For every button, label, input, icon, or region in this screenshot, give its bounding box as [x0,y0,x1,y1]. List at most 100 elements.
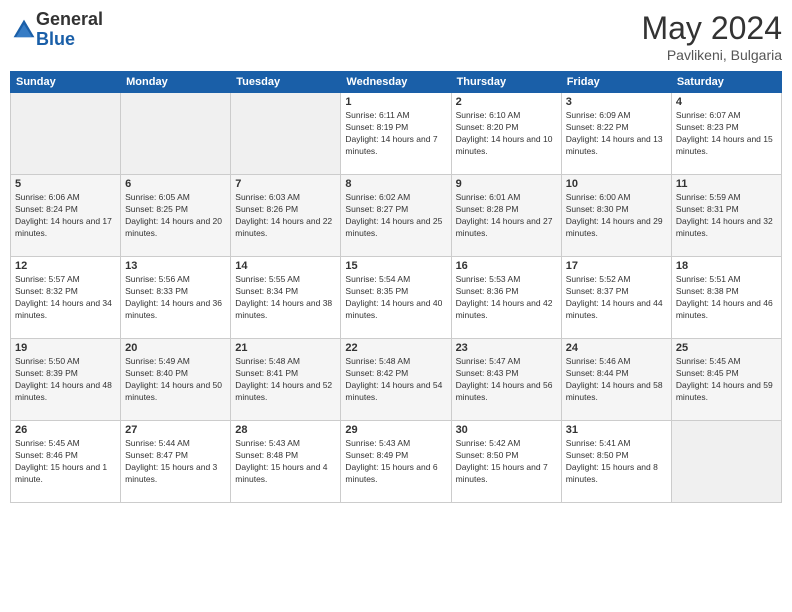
day-info: Sunrise: 5:53 AMSunset: 8:36 PMDaylight:… [456,274,557,322]
day-number: 3 [566,96,667,108]
logo: General Blue [10,10,103,50]
logo-blue-text: Blue [36,29,75,49]
day-number: 30 [456,424,557,436]
calendar-table: Sunday Monday Tuesday Wednesday Thursday… [10,71,782,503]
day-number: 16 [456,260,557,272]
day-number: 18 [676,260,777,272]
calendar-day-cell [11,93,121,175]
day-number: 9 [456,178,557,190]
day-number: 20 [125,342,226,354]
day-number: 12 [15,260,116,272]
day-info: Sunrise: 5:48 AMSunset: 8:41 PMDaylight:… [235,356,336,404]
day-number: 29 [345,424,446,436]
calendar-day-cell: 1 Sunrise: 6:11 AMSunset: 8:19 PMDaylight… [341,93,451,175]
day-number: 2 [456,96,557,108]
day-number: 5 [15,178,116,190]
day-info: Sunrise: 5:54 AMSunset: 8:35 PMDaylight:… [345,274,446,322]
calendar-day-cell: 14Sunrise: 5:55 AMSunset: 8:34 PMDayligh… [231,257,341,339]
day-number: 1 [345,96,446,108]
day-info: Sunrise: 5:55 AMSunset: 8:34 PMDaylight:… [235,274,336,322]
day-info: Sunrise: 6:09 AMSunset: 8:22 PMDaylight:… [566,110,667,158]
calendar-day-cell: 26Sunrise: 5:45 AMSunset: 8:46 PMDayligh… [11,421,121,503]
page: General Blue May 2024 Pavlikeni, Bulgari… [0,0,792,612]
day-info: Sunrise: 6:01 AMSunset: 8:28 PMDaylight:… [456,192,557,240]
day-info: Sunrise: 5:42 AMSunset: 8:50 PMDaylight:… [456,438,557,486]
calendar-title: May 2024 [641,10,782,47]
day-info: Sunrise: 5:46 AMSunset: 8:44 PMDaylight:… [566,356,667,404]
day-info: Sunrise: 5:47 AMSunset: 8:43 PMDaylight:… [456,356,557,404]
day-info: Sunrise: 6:00 AMSunset: 8:30 PMDaylight:… [566,192,667,240]
day-info: Sunrise: 6:10 AMSunset: 8:20 PMDaylight:… [456,110,557,158]
day-info: Sunrise: 6:06 AMSunset: 8:24 PMDaylight:… [15,192,116,240]
day-number: 27 [125,424,226,436]
calendar-day-cell: 10 Sunrise: 6:00 AMSunset: 8:30 PMDayligh… [561,175,671,257]
day-info: Sunrise: 5:51 AMSunset: 8:38 PMDaylight:… [676,274,777,322]
calendar-day-cell: 15 Sunrise: 5:54 AMSunset: 8:35 PMDayligh… [341,257,451,339]
day-number: 13 [125,260,226,272]
header-thursday: Thursday [451,72,561,93]
logo-icon [12,18,36,42]
day-number: 22 [345,342,446,354]
calendar-day-cell: 3 Sunrise: 6:09 AMSunset: 8:22 PMDaylight… [561,93,671,175]
calendar-day-cell: 21Sunrise: 5:48 AMSunset: 8:41 PMDayligh… [231,339,341,421]
calendar-day-cell: 31 Sunrise: 5:41 AMSunset: 8:50 PMDayligh… [561,421,671,503]
day-number: 4 [676,96,777,108]
calendar-day-cell [121,93,231,175]
day-number: 19 [15,342,116,354]
calendar-day-cell: 16 Sunrise: 5:53 AMSunset: 8:36 PMDayligh… [451,257,561,339]
calendar-day-cell: 22 Sunrise: 5:48 AMSunset: 8:42 PMDayligh… [341,339,451,421]
calendar-day-cell: 19 Sunrise: 5:50 AMSunset: 8:39 PMDayligh… [11,339,121,421]
header-wednesday: Wednesday [341,72,451,93]
day-info: Sunrise: 6:05 AMSunset: 8:25 PMDaylight:… [125,192,226,240]
calendar-week-row: 1 Sunrise: 6:11 AMSunset: 8:19 PMDaylight… [11,93,782,175]
day-number: 24 [566,342,667,354]
calendar-header-row: Sunday Monday Tuesday Wednesday Thursday… [11,72,782,93]
day-number: 28 [235,424,336,436]
day-info: Sunrise: 5:43 AMSunset: 8:48 PMDaylight:… [235,438,336,486]
calendar-day-cell: 27 Sunrise: 5:44 AMSunset: 8:47 PMDayligh… [121,421,231,503]
calendar-week-row: 12Sunrise: 5:57 AMSunset: 8:32 PMDayligh… [11,257,782,339]
calendar-location: Pavlikeni, Bulgaria [641,47,782,63]
calendar-day-cell: 23 Sunrise: 5:47 AMSunset: 8:43 PMDayligh… [451,339,561,421]
day-info: Sunrise: 5:59 AMSunset: 8:31 PMDaylight:… [676,192,777,240]
header-monday: Monday [121,72,231,93]
day-info: Sunrise: 6:07 AMSunset: 8:23 PMDaylight:… [676,110,777,158]
calendar-day-cell: 29 Sunrise: 5:43 AMSunset: 8:49 PMDayligh… [341,421,451,503]
header-friday: Friday [561,72,671,93]
calendar-day-cell: 18 Sunrise: 5:51 AMSunset: 8:38 PMDayligh… [671,257,781,339]
day-info: Sunrise: 5:44 AMSunset: 8:47 PMDaylight:… [125,438,226,486]
calendar-day-cell: 28 Sunrise: 5:43 AMSunset: 8:48 PMDayligh… [231,421,341,503]
header-tuesday: Tuesday [231,72,341,93]
day-info: Sunrise: 5:48 AMSunset: 8:42 PMDaylight:… [345,356,446,404]
calendar-week-row: 26Sunrise: 5:45 AMSunset: 8:46 PMDayligh… [11,421,782,503]
calendar-day-cell: 5 Sunrise: 6:06 AMSunset: 8:24 PMDaylight… [11,175,121,257]
header-sunday: Sunday [11,72,121,93]
day-number: 11 [676,178,777,190]
day-info: Sunrise: 5:50 AMSunset: 8:39 PMDaylight:… [15,356,116,404]
day-info: Sunrise: 5:49 AMSunset: 8:40 PMDaylight:… [125,356,226,404]
calendar-day-cell [231,93,341,175]
calendar-day-cell: 8Sunrise: 6:02 AMSunset: 8:27 PMDaylight… [341,175,451,257]
day-info: Sunrise: 5:41 AMSunset: 8:50 PMDaylight:… [566,438,667,486]
day-number: 10 [566,178,667,190]
calendar-day-cell: 7Sunrise: 6:03 AMSunset: 8:26 PMDaylight… [231,175,341,257]
day-number: 15 [345,260,446,272]
calendar-day-cell: 24 Sunrise: 5:46 AMSunset: 8:44 PMDayligh… [561,339,671,421]
day-info: Sunrise: 5:52 AMSunset: 8:37 PMDaylight:… [566,274,667,322]
day-info: Sunrise: 5:43 AMSunset: 8:49 PMDaylight:… [345,438,446,486]
header-saturday: Saturday [671,72,781,93]
calendar-day-cell: 20 Sunrise: 5:49 AMSunset: 8:40 PMDayligh… [121,339,231,421]
day-number: 17 [566,260,667,272]
calendar-day-cell: 11 Sunrise: 5:59 AMSunset: 8:31 PMDayligh… [671,175,781,257]
calendar-day-cell: 9 Sunrise: 6:01 AMSunset: 8:28 PMDaylight… [451,175,561,257]
day-info: Sunrise: 5:45 AMSunset: 8:45 PMDaylight:… [676,356,777,404]
calendar-day-cell: 6Sunrise: 6:05 AMSunset: 8:25 PMDaylight… [121,175,231,257]
day-number: 23 [456,342,557,354]
calendar-day-cell: 4 Sunrise: 6:07 AMSunset: 8:23 PMDaylight… [671,93,781,175]
day-number: 26 [15,424,116,436]
day-info: Sunrise: 6:11 AMSunset: 8:19 PMDaylight:… [345,110,446,158]
header: General Blue May 2024 Pavlikeni, Bulgari… [10,10,782,63]
calendar-day-cell: 17 Sunrise: 5:52 AMSunset: 8:37 PMDayligh… [561,257,671,339]
calendar-day-cell [671,421,781,503]
day-number: 31 [566,424,667,436]
